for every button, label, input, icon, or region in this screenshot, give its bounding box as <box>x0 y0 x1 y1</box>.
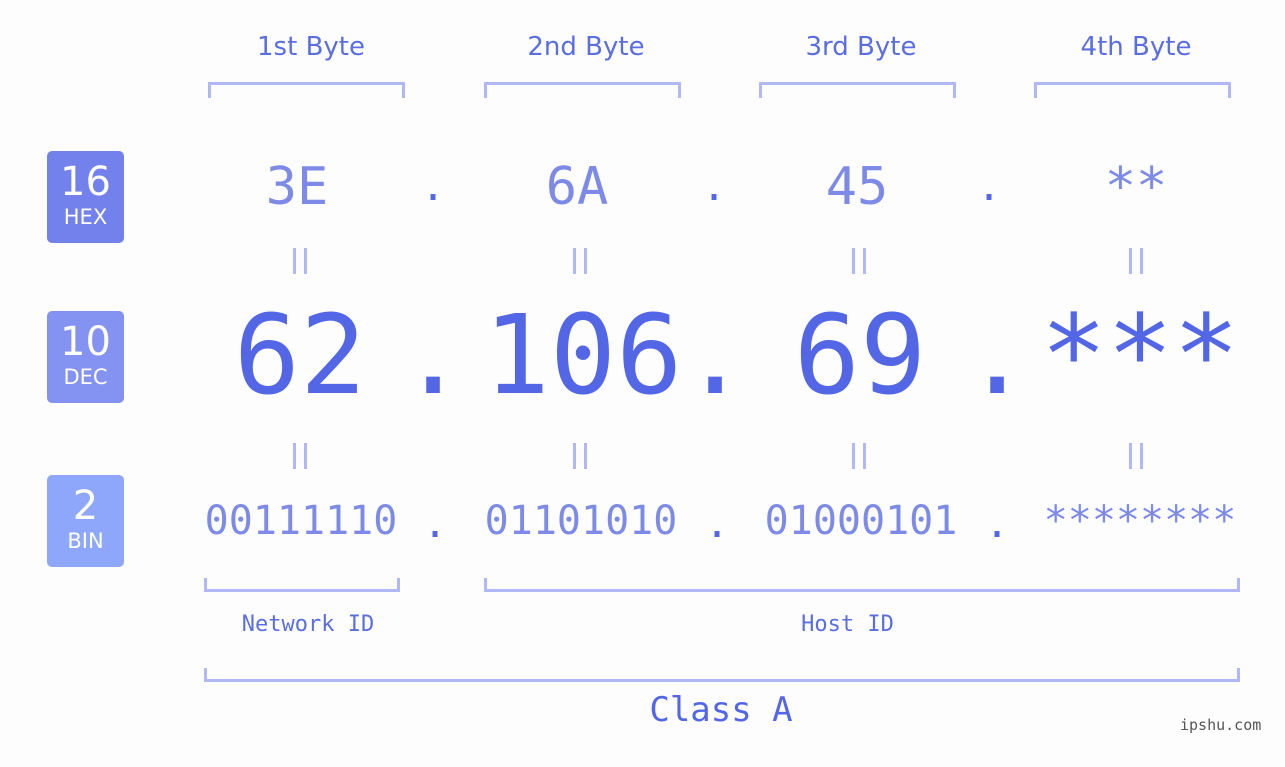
dec-byte-1: 62 <box>233 291 367 419</box>
byte-bracket-4 <box>1034 82 1231 98</box>
network-id-bracket <box>204 578 400 592</box>
dec-byte-2: 106 <box>483 291 683 419</box>
byte-bracket-3 <box>759 82 956 98</box>
equals-mark <box>1129 248 1143 274</box>
hex-separator: . <box>421 164 446 210</box>
host-id-label: Host ID <box>801 612 894 637</box>
hex-label: HEX <box>63 205 108 229</box>
byte-header-4: 4th Byte <box>1080 32 1192 62</box>
dec-separator: . <box>682 291 749 419</box>
equals-mark <box>852 248 866 274</box>
host-id-bracket <box>484 578 1240 592</box>
bin-badge: 2 BIN <box>47 475 124 567</box>
equals-mark <box>293 248 307 274</box>
hex-byte-4: ** <box>1104 157 1168 217</box>
class-label: Class A <box>649 690 793 730</box>
bin-separator: . <box>423 501 448 547</box>
bin-byte-1: 00111110 <box>204 498 398 544</box>
bin-label: BIN <box>67 529 104 553</box>
dec-byte-3: 69 <box>793 291 927 419</box>
hex-byte-1: 3E <box>265 157 329 217</box>
class-bracket <box>204 668 1240 682</box>
dec-badge: 10 DEC <box>47 311 124 403</box>
hex-base: 16 <box>60 159 111 205</box>
dec-byte-4: *** <box>1040 291 1240 419</box>
byte-bracket-1 <box>208 82 405 98</box>
bin-byte-4: ******** <box>1043 498 1237 544</box>
bin-base: 2 <box>72 483 99 529</box>
byte-bracket-2 <box>484 82 681 98</box>
equals-mark <box>573 443 587 469</box>
watermark: ipshu.com <box>1180 716 1262 734</box>
equals-mark <box>573 248 587 274</box>
equals-mark <box>1129 443 1143 469</box>
byte-header-1: 1st Byte <box>257 32 365 62</box>
hex-byte-2: 6A <box>545 157 609 217</box>
bin-byte-2: 01101010 <box>484 498 678 544</box>
hex-separator: . <box>977 164 1002 210</box>
hex-badge: 16 HEX <box>47 151 124 243</box>
equals-mark <box>852 443 866 469</box>
bin-separator: . <box>985 501 1010 547</box>
dec-separator: . <box>400 291 467 419</box>
equals-mark <box>293 443 307 469</box>
network-id-label: Network ID <box>241 612 375 637</box>
bin-byte-3: 01000101 <box>764 498 958 544</box>
dec-label: DEC <box>63 365 108 389</box>
byte-header-3: 3rd Byte <box>805 32 917 62</box>
dec-separator: . <box>964 291 1031 419</box>
hex-byte-3: 45 <box>825 157 889 217</box>
dec-base: 10 <box>60 319 111 365</box>
byte-header-2: 2nd Byte <box>527 32 645 62</box>
bin-separator: . <box>705 501 730 547</box>
hex-separator: . <box>702 164 727 210</box>
